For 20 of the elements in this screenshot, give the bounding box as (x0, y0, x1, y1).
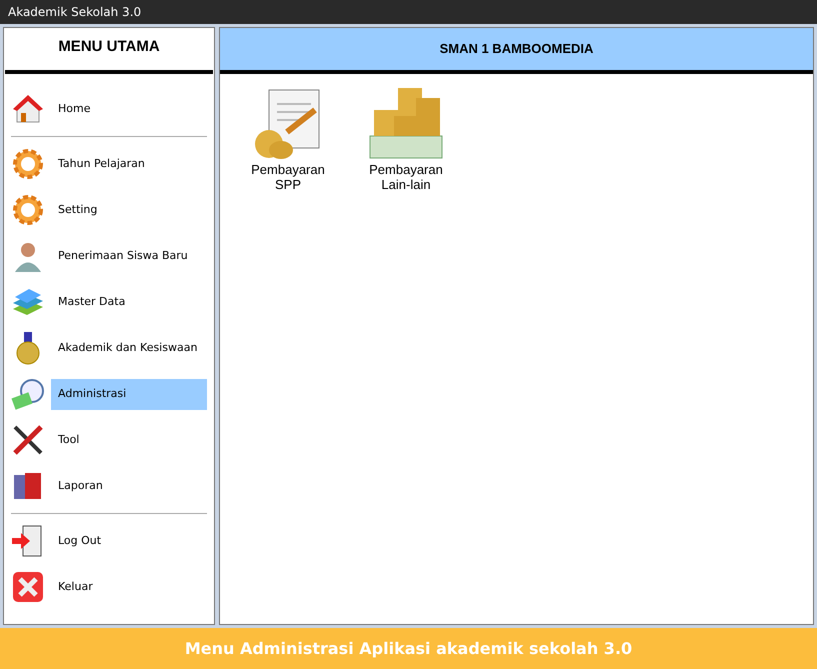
gear-icon (11, 147, 45, 181)
sidebar-item[interactable]: Tahun Pelajaran (51, 148, 207, 180)
menu-title: MENU UTAMA (57, 37, 161, 57)
sidebar-item[interactable]: Administrasi (51, 378, 207, 410)
gear-icon (11, 193, 45, 227)
sidebar-item[interactable]: Laporan (51, 470, 207, 502)
sidebar-item[interactable]: Log Out (51, 526, 207, 556)
window-title: Akademik Sekolah 3.0 (0, 0, 817, 24)
close-icon (11, 570, 45, 604)
sidebar-item[interactable]: Akademik dan Kesiswaan (51, 332, 207, 364)
caption-banner: Menu Administrasi Aplikasi akademik sekolah 3.0 (0, 628, 817, 669)
sidebar-item[interactable]: Tool (51, 424, 207, 456)
payment-tile[interactable]: Pembayaran Lain-lain (360, 84, 452, 192)
school-header: SMAN 1 BAMBOOMEDIA (220, 28, 813, 70)
sidebar-item[interactable]: Penerimaan Siswa Baru (51, 240, 207, 272)
sidebar-item[interactable]: Keluar (51, 572, 207, 602)
sidebar-item[interactable]: Setting (51, 194, 207, 226)
payment-tile[interactable]: Pembayaran SPP (242, 84, 334, 192)
sidebar-item[interactable]: Home (51, 94, 207, 124)
sidebar-item[interactable]: Master Data (51, 286, 207, 318)
